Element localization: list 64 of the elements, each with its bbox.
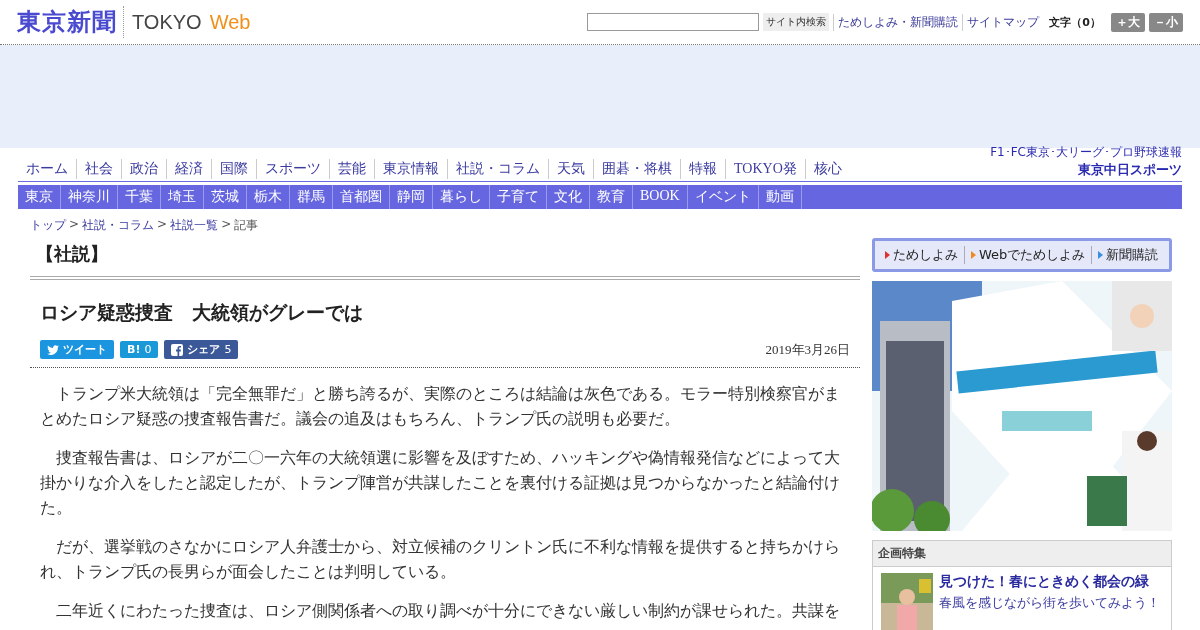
search-field[interactable] bbox=[587, 13, 760, 31]
logo-text: Web bbox=[209, 10, 251, 34]
nav-link[interactable]: 社会 bbox=[76, 159, 121, 179]
feature-title[interactable]: 見つけた！春にときめく都会の緑 bbox=[939, 573, 1160, 591]
logo-text: TOKYO bbox=[132, 10, 202, 34]
breadcrumb-separator: > bbox=[221, 217, 232, 233]
bird-icon bbox=[47, 344, 59, 355]
nav-link[interactable]: 群馬 bbox=[290, 185, 333, 209]
nav-link[interactable]: スポーツ bbox=[256, 159, 329, 179]
nav-link[interactable]: 芸能 bbox=[329, 159, 374, 179]
share-button[interactable]: シェア 5 bbox=[164, 340, 239, 359]
breadcrumb-link[interactable]: 社説一覧 bbox=[170, 217, 219, 234]
nav-link[interactable]: 千葉 bbox=[118, 185, 161, 209]
nav-link[interactable]: TOKYO発 bbox=[725, 159, 805, 179]
nav-link[interactable]: 社説・コラム bbox=[447, 159, 548, 179]
article-paragraph: だが、選挙戦のさなかにロシア人弁護士から、対立候補のクリントン氏に不利な情報を提供すると持ちかけられ、トランプ氏の長男らが面会したことは判明している。 bbox=[39, 537, 841, 583]
nav-link[interactable]: 神奈川 bbox=[61, 185, 118, 209]
nav-link[interactable]: 天気 bbox=[548, 159, 593, 179]
nav-link[interactable]: 経済 bbox=[166, 159, 211, 179]
nav-link[interactable]: 特報 bbox=[680, 159, 725, 179]
nav-link[interactable]: 政治 bbox=[121, 159, 166, 179]
nav-link[interactable]: 首都圏 bbox=[333, 185, 390, 209]
nav-link[interactable]: 東京情報 bbox=[374, 159, 447, 179]
nav-link[interactable]: 動画 bbox=[758, 185, 802, 209]
nav-link[interactable]: 暮らし bbox=[433, 185, 490, 209]
nav-link[interactable]: 子育て bbox=[490, 185, 547, 209]
breadcrumb-link[interactable]: トップ bbox=[30, 217, 66, 234]
subscribe-link[interactable]: 新聞購読 bbox=[1091, 246, 1165, 264]
article-paragraph: 捜査報告書は、ロシアが二〇一六年の大統領選に影響を及ぼすため、ハッキングや偽情報発信などによって大掛かりな介入をしたと認定したが、トランプ陣営が共謀したことを裏付ける証拠は見つからなかったと結論付けた。 bbox=[39, 448, 841, 519]
feature-text: 春風を感じながら街を歩いてみよう！ bbox=[939, 595, 1160, 612]
nav-link[interactable]: 茨城 bbox=[204, 185, 247, 209]
sports-banner[interactable]: F1･FC東京･大リーグ･プロ野球速報 東京中日スポーツ bbox=[990, 144, 1182, 179]
font-size-button[interactable]: ＋大 bbox=[1111, 12, 1145, 32]
nav-link[interactable]: BOOK bbox=[633, 185, 688, 209]
article-paragraph: トランプ米大統領は「完全無罪だ」と勝ち誇るが、実際のところは結論は灰色である。モラー特別検察官がまとめたロシア疑惑の捜査報告書だ。議会の追及はもちろん、トランプ氏の説明も必要だ。 bbox=[39, 384, 841, 430]
font-size-label: 文字（0） bbox=[1049, 14, 1101, 30]
article-date: 2019年3月26日 bbox=[765, 340, 850, 359]
nav-link[interactable]: 文化 bbox=[547, 185, 590, 209]
breadcrumb-link[interactable]: 社説・コラム bbox=[82, 217, 155, 234]
header-link[interactable]: サイトマップ bbox=[962, 13, 1040, 31]
nav-link[interactable]: ホーム bbox=[18, 159, 76, 179]
font-size-button[interactable]: －小 bbox=[1149, 12, 1183, 32]
subscribe-link[interactable]: ためしよみ bbox=[879, 246, 964, 264]
breadcrumb-current: 記事 bbox=[234, 217, 259, 234]
article-paragraph: 二年近くにわたった捜査は、ロシア側関係者への取り調べが十分にできない厳しい制約が課せられた。共謀を bbox=[54, 601, 841, 622]
breadcrumb-separator: > bbox=[69, 217, 80, 233]
section-title: 【社説】 bbox=[30, 234, 860, 280]
article-title: ロシア疑惑捜査 大統領がグレーでは bbox=[39, 300, 364, 325]
logo[interactable]: 東京新聞 bbox=[17, 6, 124, 38]
nav-link[interactable]: 教育 bbox=[590, 185, 633, 209]
nav-link[interactable]: 国際 bbox=[211, 159, 256, 179]
panel-heading: 企画特集 bbox=[873, 541, 1171, 567]
nav-link[interactable]: 静岡 bbox=[390, 185, 433, 209]
nav-link[interactable]: イベント bbox=[687, 185, 759, 209]
nav-link[interactable]: 埼玉 bbox=[161, 185, 204, 209]
nav-link[interactable]: 東京 bbox=[18, 185, 61, 209]
search-button[interactable]: サイト内検索 bbox=[763, 13, 830, 31]
header-link[interactable]: ためしよみ・新聞購読 bbox=[833, 13, 959, 31]
subscribe-link[interactable]: Webでためしよみ bbox=[964, 246, 1092, 264]
f-icon bbox=[171, 343, 184, 356]
breadcrumb-separator: > bbox=[157, 217, 168, 233]
nav-link[interactable]: 囲碁・将棋 bbox=[593, 159, 680, 179]
nav-link[interactable]: 核心 bbox=[804, 159, 850, 179]
nav-link[interactable]: 栃木 bbox=[247, 185, 290, 209]
